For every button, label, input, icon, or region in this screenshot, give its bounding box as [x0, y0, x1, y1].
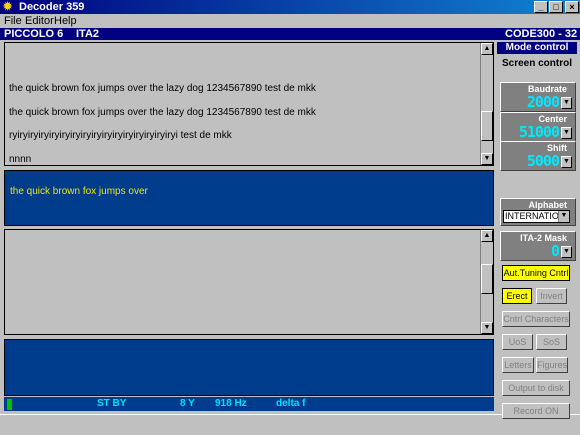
scroll-up-icon[interactable]: ▲ — [481, 43, 493, 55]
secondary-transmit-pane[interactable] — [4, 339, 494, 396]
receive-line: the quick brown fox jumps over the lazy … — [9, 107, 316, 118]
chevron-down-icon[interactable]: ▼ — [558, 211, 569, 222]
code-label: CODE300 - 32 — [505, 28, 578, 40]
bottom-bar — [0, 414, 580, 435]
window-title: Decoder 359 — [19, 1, 85, 13]
receive-line: ryiryiryiryiryiryiryiryiryiryiryiryiryir… — [9, 130, 232, 141]
info-bar: PICCOLO 6 ITA2 CODE300 - 32 — [0, 28, 580, 40]
ita2-mask-control: ITA-2 Mask 0 ▼ — [500, 231, 576, 261]
maximize-button[interactable]: □ — [549, 1, 563, 13]
screen-control-button[interactable]: Screen control — [497, 57, 577, 71]
alphabet-label: Alphabet — [528, 200, 567, 210]
mode-control-button[interactable]: Mode control — [497, 42, 577, 54]
cntrl-characters-button[interactable]: Cntrl Characters — [502, 311, 570, 327]
app-gear-icon[interactable]: ✹ — [3, 1, 15, 13]
invert-button[interactable]: Invert — [536, 288, 567, 304]
status-state: ST BY — [97, 398, 127, 409]
chevron-down-icon[interactable]: ▼ — [561, 246, 572, 258]
center-control: Center 51000 ▼ — [500, 112, 576, 142]
mode-label: ITA2 — [76, 28, 100, 40]
receive-line: nnnn — [9, 154, 32, 165]
minimize-button[interactable]: _ — [534, 1, 548, 13]
tuning-led-icon — [7, 399, 12, 410]
erect-button[interactable]: Erect — [502, 288, 532, 304]
chevron-down-icon[interactable]: ▼ — [561, 156, 572, 168]
record-on-button[interactable]: Record ON — [502, 403, 570, 419]
receive-line: the quick brown fox jumps over the lazy … — [9, 83, 316, 94]
shift-control: Shift 5000 ▼ — [500, 141, 576, 171]
baudrate-control: Baudrate 2000 ▼ — [500, 82, 576, 112]
title-bar: ✹ Decoder 359 _ □ × — [0, 0, 580, 14]
transmit-text: the quick brown fox jumps over — [10, 186, 148, 197]
uos-button[interactable]: UoS — [502, 334, 533, 350]
aut-tuning-button[interactable]: Aut.Tuning Cntrl — [502, 265, 570, 281]
figures-button[interactable]: Figures — [536, 357, 568, 373]
status-frequency: 918 Hz — [215, 398, 247, 409]
chevron-down-icon[interactable]: ▼ — [561, 127, 572, 139]
baudrate-value: 2000 — [526, 93, 560, 111]
center-value: 51000 — [518, 123, 560, 141]
scroll-up-icon[interactable]: ▲ — [481, 230, 493, 242]
chevron-down-icon[interactable]: ▼ — [561, 97, 572, 109]
output-to-disk-button[interactable]: Output to disk — [502, 380, 570, 396]
secondary-receive-pane[interactable]: ▲ ▼ — [4, 229, 494, 335]
menu-file[interactable]: File — [4, 15, 22, 27]
close-button[interactable]: × — [565, 1, 579, 13]
letters-button[interactable]: Letters — [502, 357, 534, 373]
sos-button[interactable]: SoS — [536, 334, 567, 350]
menu-bar: File Editor Help — [0, 14, 580, 28]
station-label: PICCOLO 6 — [4, 28, 64, 40]
menu-editor[interactable]: Editor — [25, 15, 54, 27]
receive-scrollbar[interactable]: ▲ ▼ — [480, 43, 493, 165]
shift-value: 5000 — [526, 152, 560, 170]
scroll-down-icon[interactable]: ▼ — [481, 153, 493, 165]
scroll-down-icon[interactable]: ▼ — [481, 322, 493, 334]
scroll-thumb[interactable] — [481, 264, 493, 294]
status-delta: delta f — [276, 398, 306, 409]
alphabet-value: INTERNATION — [505, 211, 566, 221]
status-bar: ST BY 8 Y 918 Hz delta f — [4, 397, 494, 411]
transmit-text-pane[interactable]: the quick brown fox jumps over — [4, 170, 494, 226]
scroll-thumb[interactable] — [481, 111, 493, 141]
menu-help[interactable]: Help — [54, 15, 77, 27]
receive-text-pane[interactable]: the quick brown fox jumps over the lazy … — [4, 42, 494, 166]
ita2-mask-label: ITA-2 Mask — [520, 233, 567, 243]
ita2-mask-value: 0 — [550, 242, 560, 260]
secondary-scrollbar[interactable]: ▲ ▼ — [480, 230, 493, 334]
alphabet-select[interactable]: INTERNATION ▼ — [503, 210, 570, 223]
status-bits: 8 Y — [180, 398, 195, 409]
